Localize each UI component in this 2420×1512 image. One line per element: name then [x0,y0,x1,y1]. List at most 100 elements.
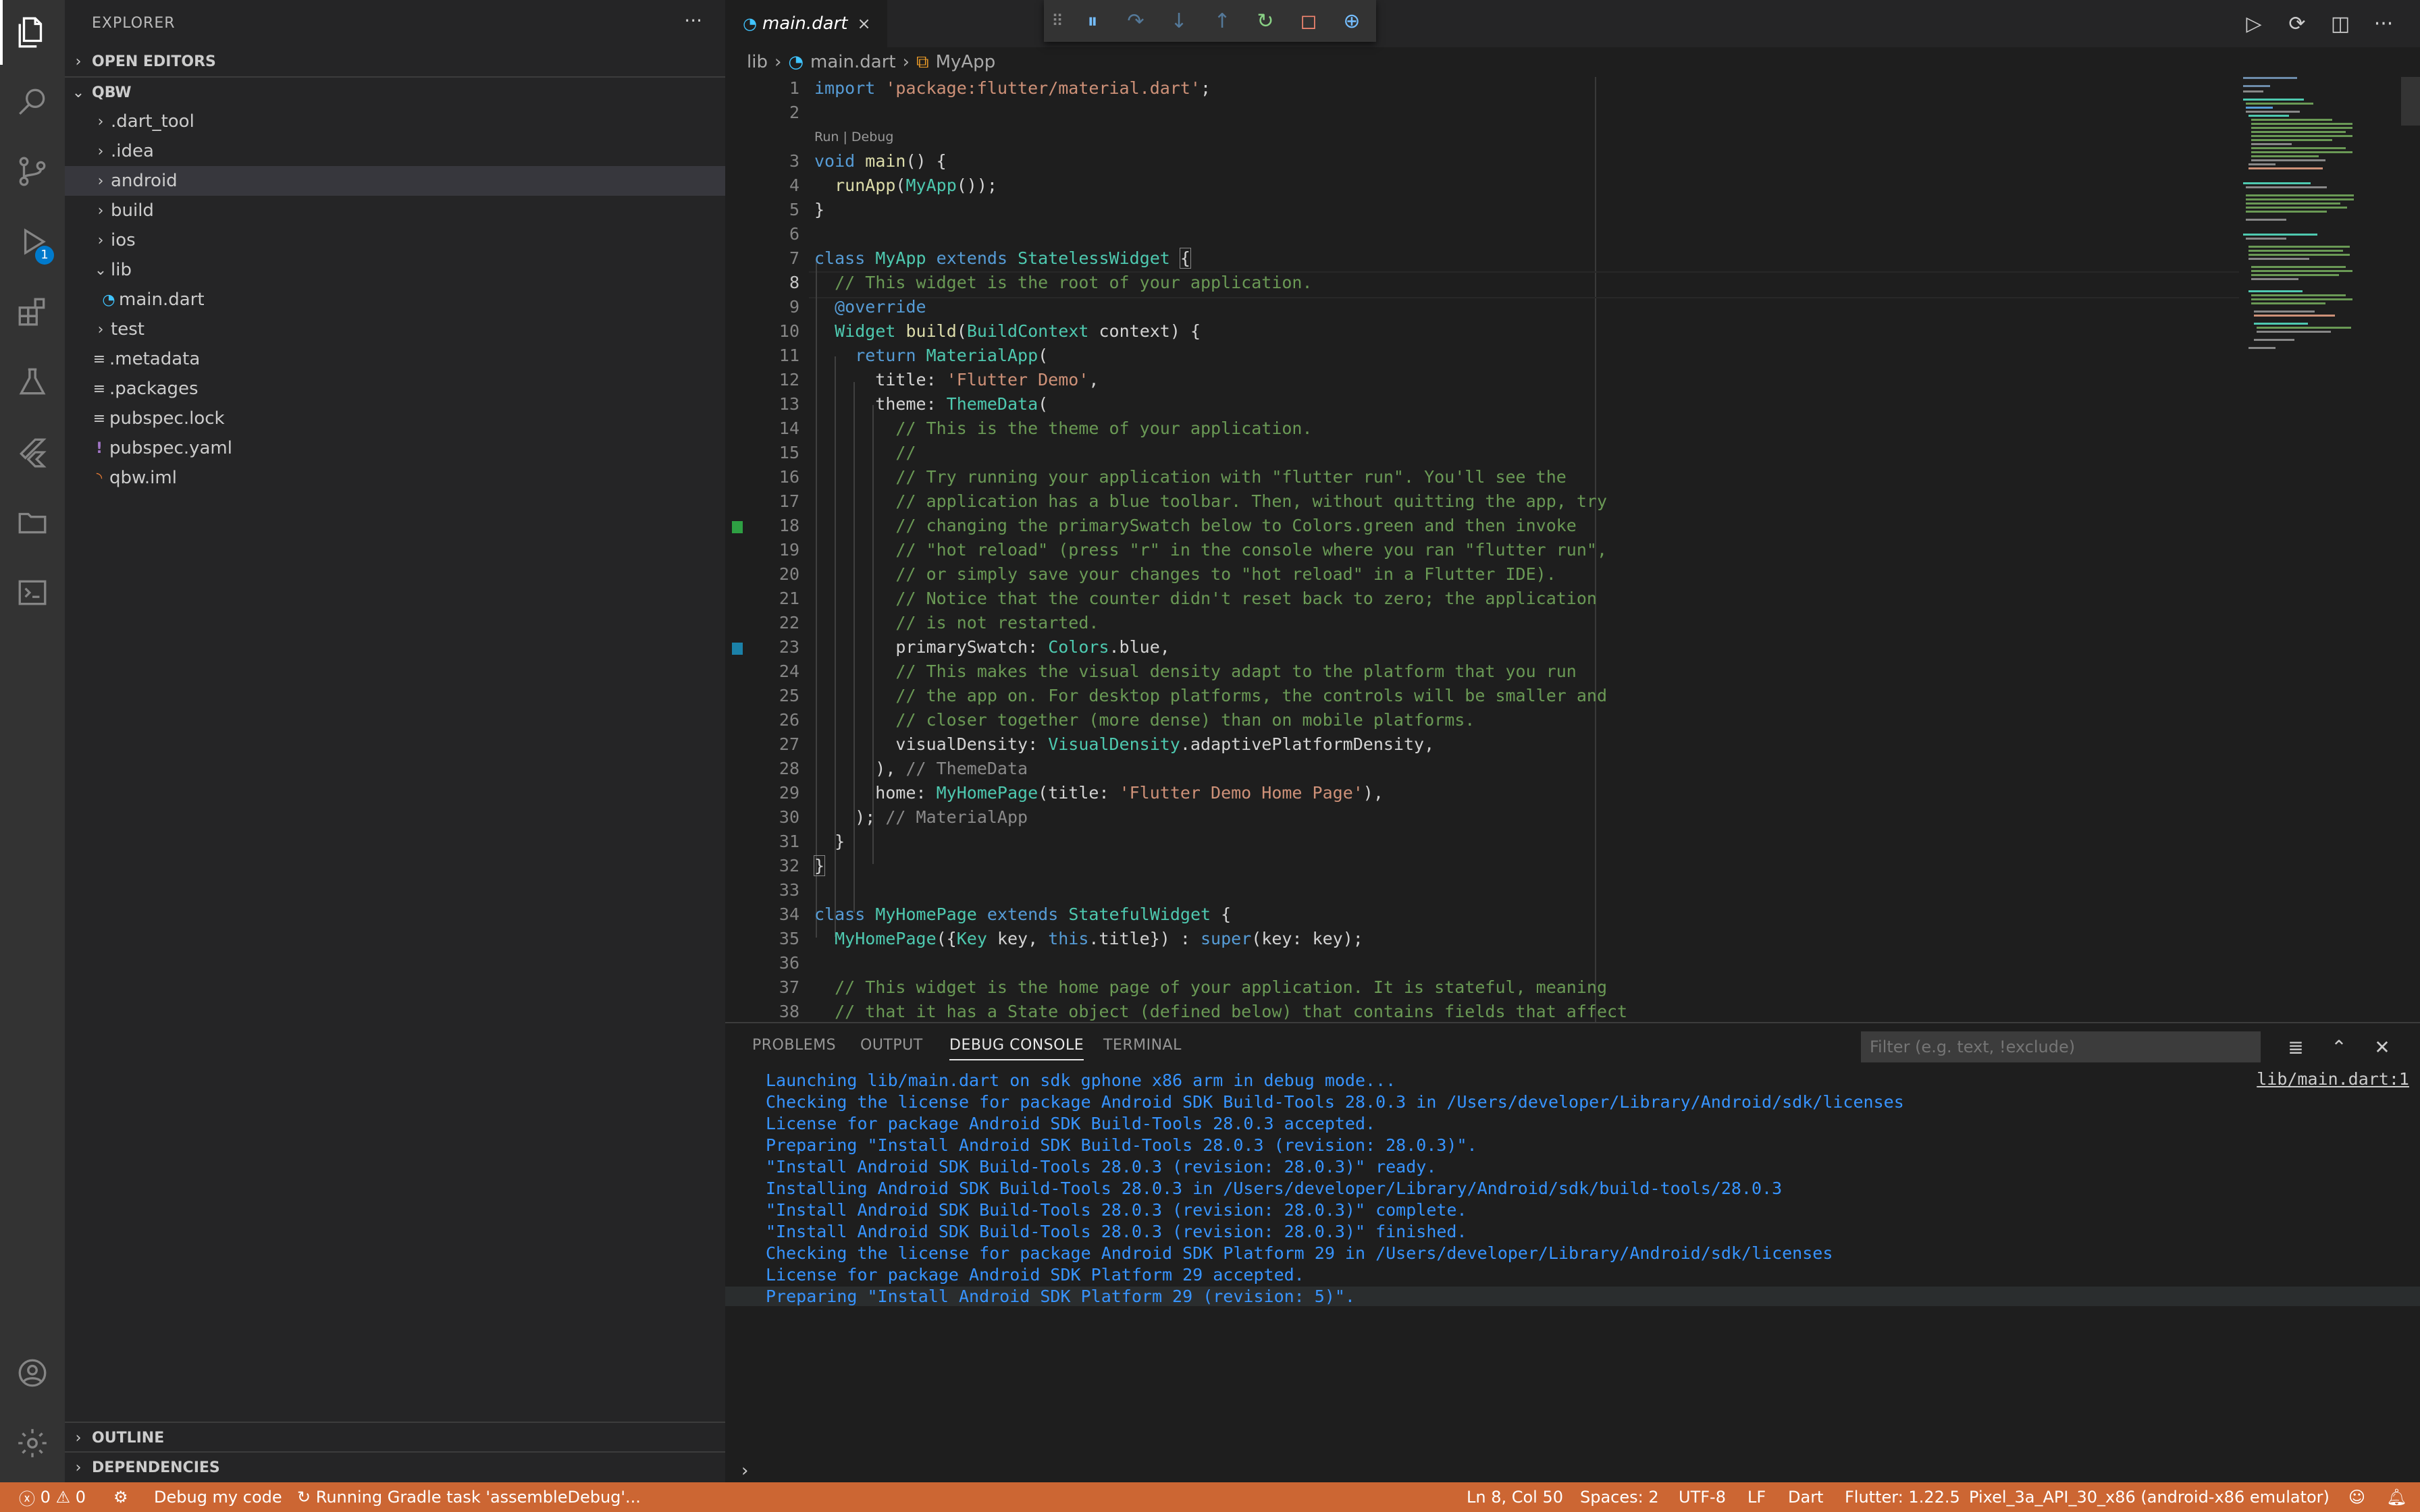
tree-item-qbw-iml[interactable]: ◝ qbw.iml [65,463,725,493]
line-number: 1 [789,78,799,98]
debug-run-icon[interactable]: ⟳ [2276,0,2319,47]
debug-status-icon[interactable]: ⚙ [113,1482,128,1512]
run-icon[interactable]: ▷ [2232,0,2276,47]
encoding[interactable]: UTF-8 [1679,1482,1726,1512]
terminal-icon[interactable] [0,560,65,625]
drag-handle-icon[interactable]: ⠿ [1044,0,1071,42]
code-line: // or simply save your changes to "hot r… [895,564,1556,584]
line-number: 11 [779,346,799,365]
tab-main-dart[interactable]: ◔ main.dart × [725,0,887,47]
yaml-file-icon: ! [95,439,103,457]
breadcrumb-folder[interactable]: lib [747,52,768,72]
line-number: 10 [779,321,799,341]
tab-terminal[interactable]: TERMINAL [1103,1037,1182,1054]
open-editors-section[interactable]: › OPEN EDITORS [65,47,725,76]
open-editors-label: OPEN EDITORS [92,53,216,70]
step-over-icon[interactable]: ↷ [1114,0,1157,42]
search-icon[interactable] [0,69,65,134]
problems-status[interactable]: ⓧ 0 ⚠ 0 [19,1482,86,1512]
line-number: 20 [779,564,799,584]
line-number: 13 [779,394,799,414]
tree-item-android[interactable]: › android [65,166,725,196]
rss-file-icon: ◝ [96,469,103,487]
console-line: Checking the license for package Android… [766,1243,1833,1263]
pause-icon[interactable]: ⏸ [1071,0,1114,42]
dependencies-label: DEPENDENCIES [92,1459,220,1476]
breadcrumb-symbol[interactable]: MyApp [936,52,996,72]
tree-item-pubspec-lock[interactable]: ≡ pubspec.lock [65,404,725,433]
tab-problems[interactable]: PROBLEMS [752,1037,836,1054]
step-out-icon[interactable]: ↑ [1201,0,1244,42]
device-selector[interactable]: Pixel_3a_API_30_x86 (android-x86 emulato… [1969,1482,2330,1512]
status-bar: ⓧ 0 ⚠ 0 ⚙ Debug my code ↻ Running Gradle… [0,1482,2420,1512]
tree-item-test[interactable]: › test [65,315,725,344]
more-actions-icon[interactable]: ··· [2362,0,2405,47]
account-icon[interactable] [0,1341,65,1405]
minimap[interactable] [2239,74,2408,1019]
code-line: // application has a blue toolbar. Then,… [895,491,1608,511]
line-number: 23 [779,637,799,657]
settings-gear-icon[interactable] [0,1411,65,1476]
indentation[interactable]: Spaces: 2 [1580,1482,1659,1512]
feedback-icon[interactable]: ☺ [2348,1482,2365,1512]
more-actions-icon[interactable]: ··· [684,9,702,32]
tree-item-build[interactable]: › build [65,196,725,225]
tree-item-dart-tool[interactable]: › .dart_tool [65,107,725,136]
console-filter-input[interactable] [1861,1031,2261,1062]
step-into-icon[interactable]: ↓ [1157,0,1201,42]
split-editor-icon[interactable]: ◫ [2319,0,2362,47]
code-line: class MyApp extends StatelessWidget { [814,248,1191,269]
tree-item-packages[interactable]: ≡ .packages [65,374,725,404]
code-editor[interactable]: 1 import 'package:flutter/material.dart'… [725,77,2239,1022]
code-line: // changing the primarySwatch below to C… [895,516,1577,535]
task-status[interactable]: ↻ Running Gradle task 'assembleDebug'... [297,1482,641,1512]
task-label: Running Gradle task 'assembleDebug'... [315,1488,641,1507]
chevron-right-icon: › [75,1459,82,1476]
testing-icon[interactable] [0,350,65,414]
line-ending[interactable]: LF [1747,1482,1766,1512]
debug-config[interactable]: Debug my code [154,1482,282,1512]
tab-output[interactable]: OUTPUT [860,1037,923,1054]
source-link[interactable]: lib/main.dart:1 [2257,1069,2409,1089]
line-number: 14 [779,418,799,438]
close-icon[interactable]: ✕ [2366,1031,2398,1062]
tree-item-idea[interactable]: › .idea [65,136,725,166]
tree-item-main-dart[interactable]: ◔ main.dart [65,285,725,315]
tree-item-label: pubspec.lock [109,408,225,429]
error-icon: ⓧ [19,1489,35,1509]
outline-section[interactable]: › OUTLINE [65,1423,725,1453]
code-line: // This widget is the home page of your … [835,977,1608,997]
folder-icon[interactable] [0,490,65,555]
restart-icon[interactable]: ↻ [1244,0,1287,42]
tree-item-ios[interactable]: › ios [65,225,725,255]
cursor-position[interactable]: Ln 8, Col 50 [1467,1482,1563,1512]
flutter-version[interactable]: Flutter: 1.22.5 [1845,1482,1960,1512]
close-icon[interactable]: × [858,14,871,33]
breadcrumb-file[interactable]: main.dart [810,52,896,72]
console-line: Launching lib/main.dart on sdk gphone x8… [766,1071,1396,1090]
console-input-prompt[interactable]: › [741,1461,748,1481]
line-number: 33 [779,880,799,900]
chevron-up-icon[interactable]: ⌃ [2323,1031,2355,1062]
inspect-widget-icon[interactable]: ⊕ [1330,0,1373,42]
bottom-panel: PROBLEMS OUTPUT DEBUG CONSOLE TERMINAL ≣… [725,1022,2420,1484]
stop-icon[interactable]: ◻ [1287,0,1330,42]
clear-console-icon[interactable]: ≣ [2280,1031,2312,1062]
flutter-icon[interactable] [0,420,65,485]
language-mode[interactable]: Dart [1788,1482,1823,1512]
code-line: // "hot reload" (press "r" in the consol… [895,540,1608,560]
editor-scrollbar[interactable] [2401,77,2420,126]
source-control-icon[interactable] [0,139,65,204]
chevron-right-icon: › [902,52,910,72]
extensions-icon[interactable] [0,279,65,344]
codelens-run-debug[interactable]: Run | Debug [814,130,893,144]
tree-item-metadata[interactable]: ≡ .metadata [65,344,725,374]
notifications-icon[interactable]: 🔔︎ [2386,1482,2406,1512]
dependencies-section[interactable]: › DEPENDENCIES [65,1453,725,1482]
files-icon[interactable] [0,0,65,65]
tree-item-pubspec-yaml[interactable]: ! pubspec.yaml [65,433,725,463]
project-section[interactable]: ⌄ QBW [65,78,725,107]
tree-item-lib[interactable]: ⌄ lib [65,255,725,285]
run-debug-icon[interactable]: 1 [0,209,65,274]
tab-debug-console[interactable]: DEBUG CONSOLE [949,1037,1084,1060]
